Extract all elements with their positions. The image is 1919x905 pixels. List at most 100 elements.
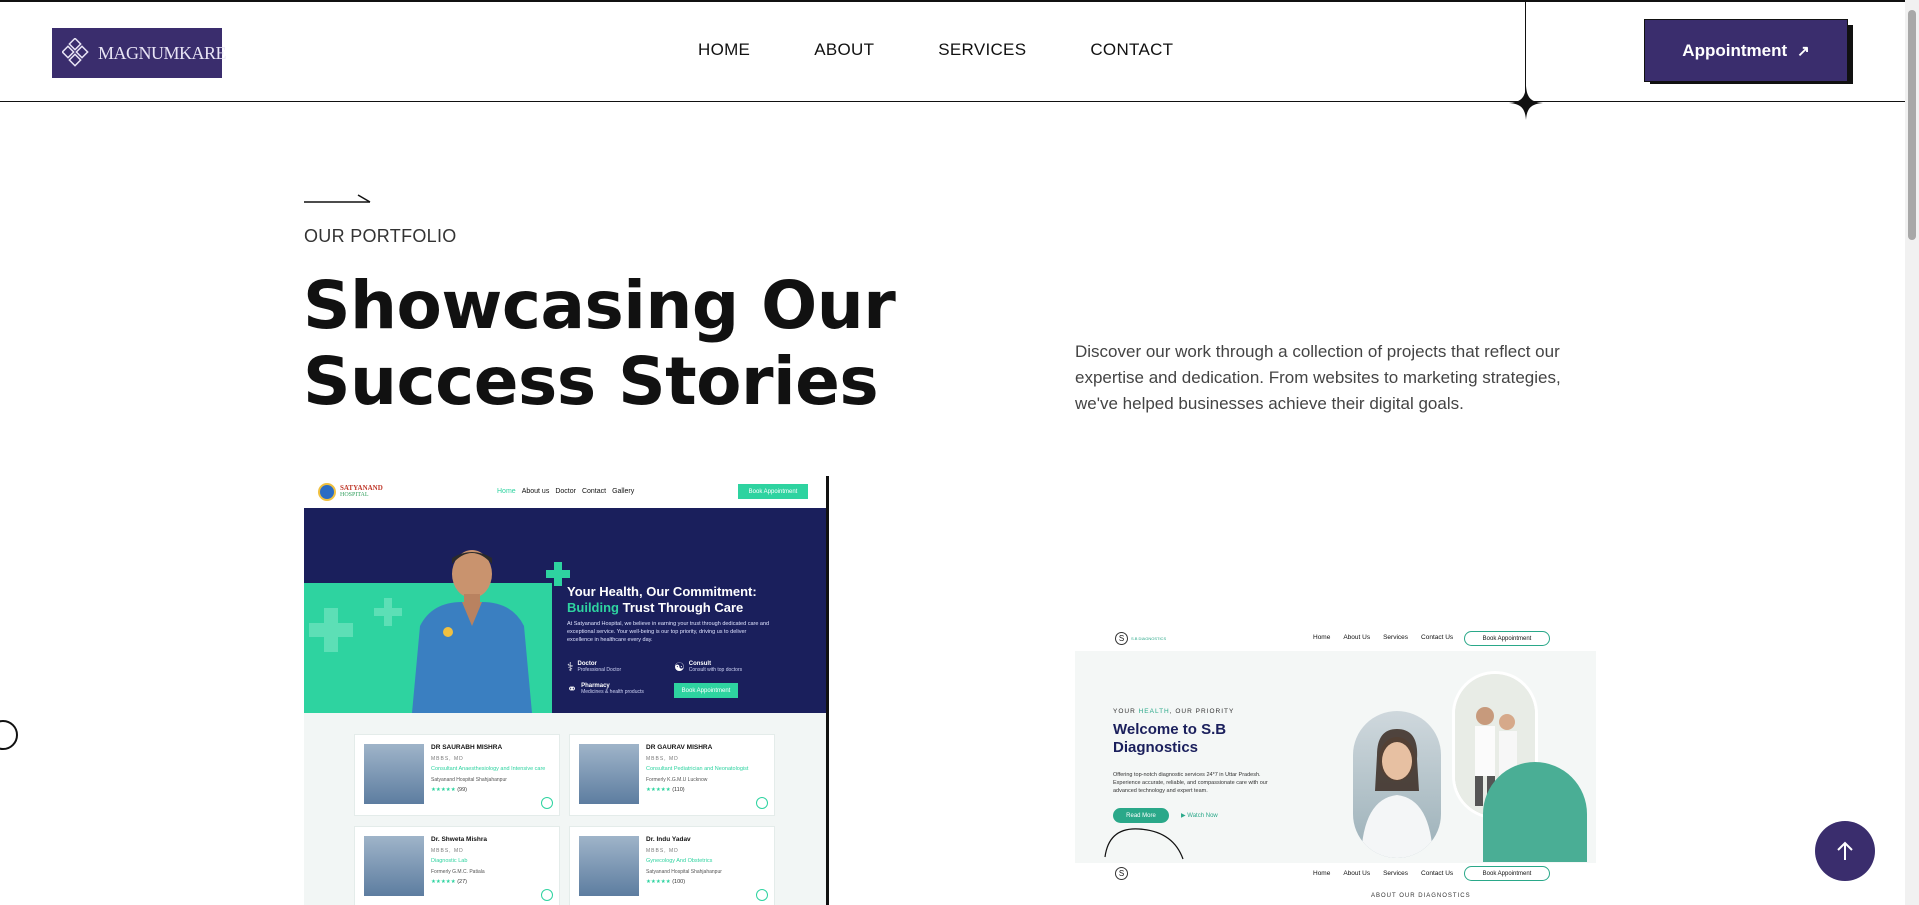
doctor-thumb-photo [364,744,424,804]
section-description: Discover our work through a collection o… [1075,342,1561,413]
doctor-rating: ★★★★★ (110) [646,787,685,793]
mock2-eyebrow-pre: YOUR [1113,708,1139,715]
doctor-place: Satyanand Hospital Shahjahanpur [431,777,507,783]
doctor-rating: ★★★★★ (27) [431,879,467,885]
mock-nav-doctor: Doctor [555,488,576,495]
mock-headline-rest: Trust Through Care [619,600,744,615]
appointment-button[interactable]: Appointment ↗ [1644,19,1848,82]
doctor-degree: MBBS, MD [646,756,679,762]
whatsapp-icon [756,889,768,901]
nav-contact[interactable]: CONTACT [1090,40,1173,60]
doctor-photo [412,550,532,713]
consult-icon: ☯ [674,660,685,674]
mock-logo-icon [318,483,336,501]
mock-navbar: SATYANAND HOSPITAL Home About us Doctor … [304,476,826,508]
mock2-oval-photo-1 [1353,711,1441,858]
arrow-up-icon [1837,841,1853,860]
doctor-specialty: Gynecology And Obstetrics [646,858,713,864]
mock-brand-line2: HOSPITAL [340,492,369,498]
site-header: MAGNUMKARE HOME ABOUT SERVICES CONTACT [0,0,1905,102]
mock-headline-accent: Building [567,600,619,615]
whatsapp-icon [541,797,553,809]
mock-headline-line1: Your Health, Our Commitment: [567,584,757,599]
mock-feature-2: ☯ Consult Consult with top doctors [674,660,742,674]
mock-brand-line1: SATYANAND [340,484,383,492]
squiggle-line-icon [1104,828,1184,860]
doctor-rating-count: (110) [672,787,685,793]
doctor-degree: MBBS, MD [431,848,464,854]
mock2-eyebrow-accent: HEALTH [1138,708,1170,715]
mock2-headline-line1: Welcome to S.B [1113,721,1227,738]
long-arrow-icon [304,194,371,203]
mock2-section-label: ABOUT OUR DIAGNOSTICS [1371,893,1471,899]
doctor-thumb-photo [579,836,639,896]
mock-feature-2-sub: Consult with top doctors [688,667,743,673]
mock2-body: Offering top-notch diagnostic services 2… [1113,772,1268,794]
doctor-name: DR SAURABH MISHRA [431,744,503,751]
mock2-book-button-repeat: Book Appointment [1464,866,1550,881]
logo-text: MAGNUMKARE [98,42,227,63]
mock2-navbar-repeat: S Home About Us Services Contact Us Book… [1075,863,1596,905]
logo[interactable]: MAGNUMKARE [52,28,227,78]
mock-hero-button: Book Appointment [674,683,738,698]
mock-hero-button-label: Book Appointment [681,687,731,694]
scroll-to-top-button[interactable] [1815,821,1875,881]
mock2-nav-contact-repeat: Contact Us [1421,870,1454,877]
doctor-rating-count: (100) [672,879,686,885]
mock-hero-body: At Satyanand Hospital, we believe in ear… [567,621,770,643]
nav-about[interactable]: ABOUT [814,40,874,60]
section-eyebrow: OUR PORTFOLIO [304,226,457,246]
appointment-label: Appointment [1682,40,1788,60]
doctor-rating: ★★★★★ (99) [431,787,467,793]
nav-home[interactable]: HOME [698,40,750,60]
pharmacy-icon: ⚭ [567,682,578,696]
doctor-rating-count: (27) [457,879,467,885]
mock2-nav-services-repeat: Services [1383,870,1409,877]
mock2-nav-links-repeat: Home About Us Services Contact Us [1313,870,1453,877]
mock2-watch-now-label: Watch Now [1187,813,1218,819]
doctor-degree: MBBS, MD [646,848,679,854]
mock-nav-gallery: Gallery [612,488,635,495]
mock2-eyebrow: YOUR HEALTH, OUR PRIORITY [1113,708,1234,715]
main-nav: HOME ABOUT SERVICES CONTACT [698,40,1237,60]
portfolio-card-sb-diagnostics[interactable]: S S.B DIAGNOSTICS Home About Us Services… [1075,626,1596,905]
page-scrollbar[interactable] [1905,0,1919,905]
mock2-watch-now: ▶ Watch Now [1181,813,1218,819]
scrollbar-thumb[interactable] [1908,10,1916,240]
mock2-nav-contact: Contact Us [1421,634,1454,641]
mock-doctor-card: DR SAURABH MISHRA MBBS, MD Consultant Anae… [354,734,560,816]
section-title: Showcasing Our Success Stories [303,268,1003,420]
mock-hero-banner: Your Health, Our Commitment: Building Tr… [304,508,826,713]
mock-book-button: Book Appointment [738,484,808,499]
logo-diamond-icon [62,38,92,68]
doctor-specialty: Diagnostic Lab [431,858,468,864]
mock2-nav-links: Home About Us Services Contact Us [1313,634,1453,641]
arrow-up-right-icon: ↗ [1797,42,1810,60]
mock-nav-home: Home [497,488,516,495]
mock-nav-about: About us [521,488,550,495]
mock2-logo-icon-repeat: S [1115,867,1128,880]
whatsapp-icon [756,797,768,809]
mock2-nav-about-repeat: About Us [1343,870,1371,877]
title-line-1: Showcasing Our [303,267,896,344]
nav-services[interactable]: SERVICES [938,40,1026,60]
mock-feature-1: ⚕ Doctor Professional Doctor [567,660,621,674]
doctor-name: Dr. Shweta Mishra [431,836,487,843]
mock-nav-links: Home About us Doctor Contact Gallery [497,488,634,495]
mock2-nav-home-repeat: Home [1313,870,1331,877]
portfolio-card-satyanand[interactable]: SATYANAND HOSPITAL Home About us Doctor … [304,476,829,905]
mock2-brand: S.B DIAGNOSTICS [1131,636,1167,641]
mock-doctor-card: Dr. Shweta Mishra MBBS, MD Diagnostic Lab F… [354,826,560,905]
doctor-thumb-photo [364,836,424,896]
doctor-place: Satyanand Hospital Shahjahanpur [646,869,722,875]
mock-feature-3-sub: Medicines & health products [581,689,644,695]
sparkle-icon [1509,86,1543,120]
doctor-name: Dr. Indu Yadav [646,836,691,843]
doctor-rating: ★★★★★ (100) [646,879,686,885]
mock2-nav-about: About Us [1343,634,1371,641]
mock-feature-3: ⚭ Pharmacy Medicines & health products [567,682,644,696]
carousel-dot[interactable] [0,720,18,750]
mock2-nav-home: Home [1313,634,1331,641]
mock-brand: SATYANAND HOSPITAL [340,485,383,499]
mock2-book-button: Book Appointment [1464,631,1550,646]
